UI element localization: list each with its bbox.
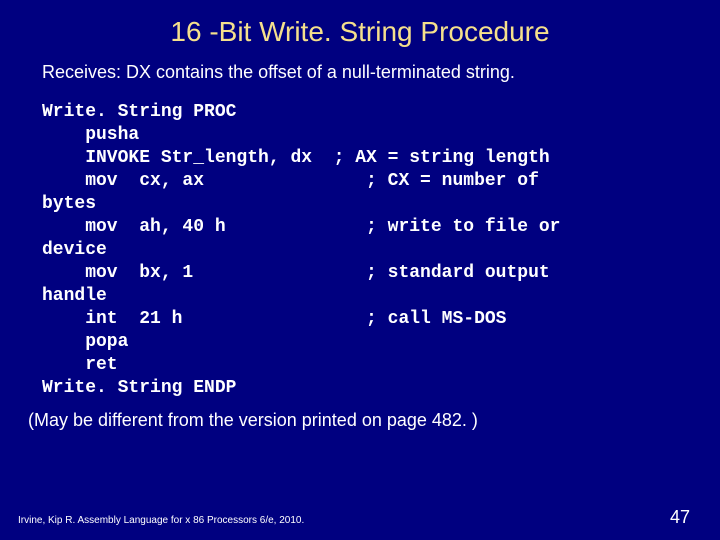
slide: 16 -Bit Write. String Procedure Receives… xyxy=(0,0,720,540)
slide-title: 16 -Bit Write. String Procedure xyxy=(20,16,700,48)
footer-citation: Irvine, Kip R. Assembly Language for x 8… xyxy=(18,515,304,526)
page-number: 47 xyxy=(670,507,690,528)
code-block: Write. String PROC pusha INVOKE Str_leng… xyxy=(42,101,700,400)
slide-note: (May be different from the version print… xyxy=(28,410,700,431)
slide-subtitle: Receives: DX contains the offset of a nu… xyxy=(42,62,700,83)
